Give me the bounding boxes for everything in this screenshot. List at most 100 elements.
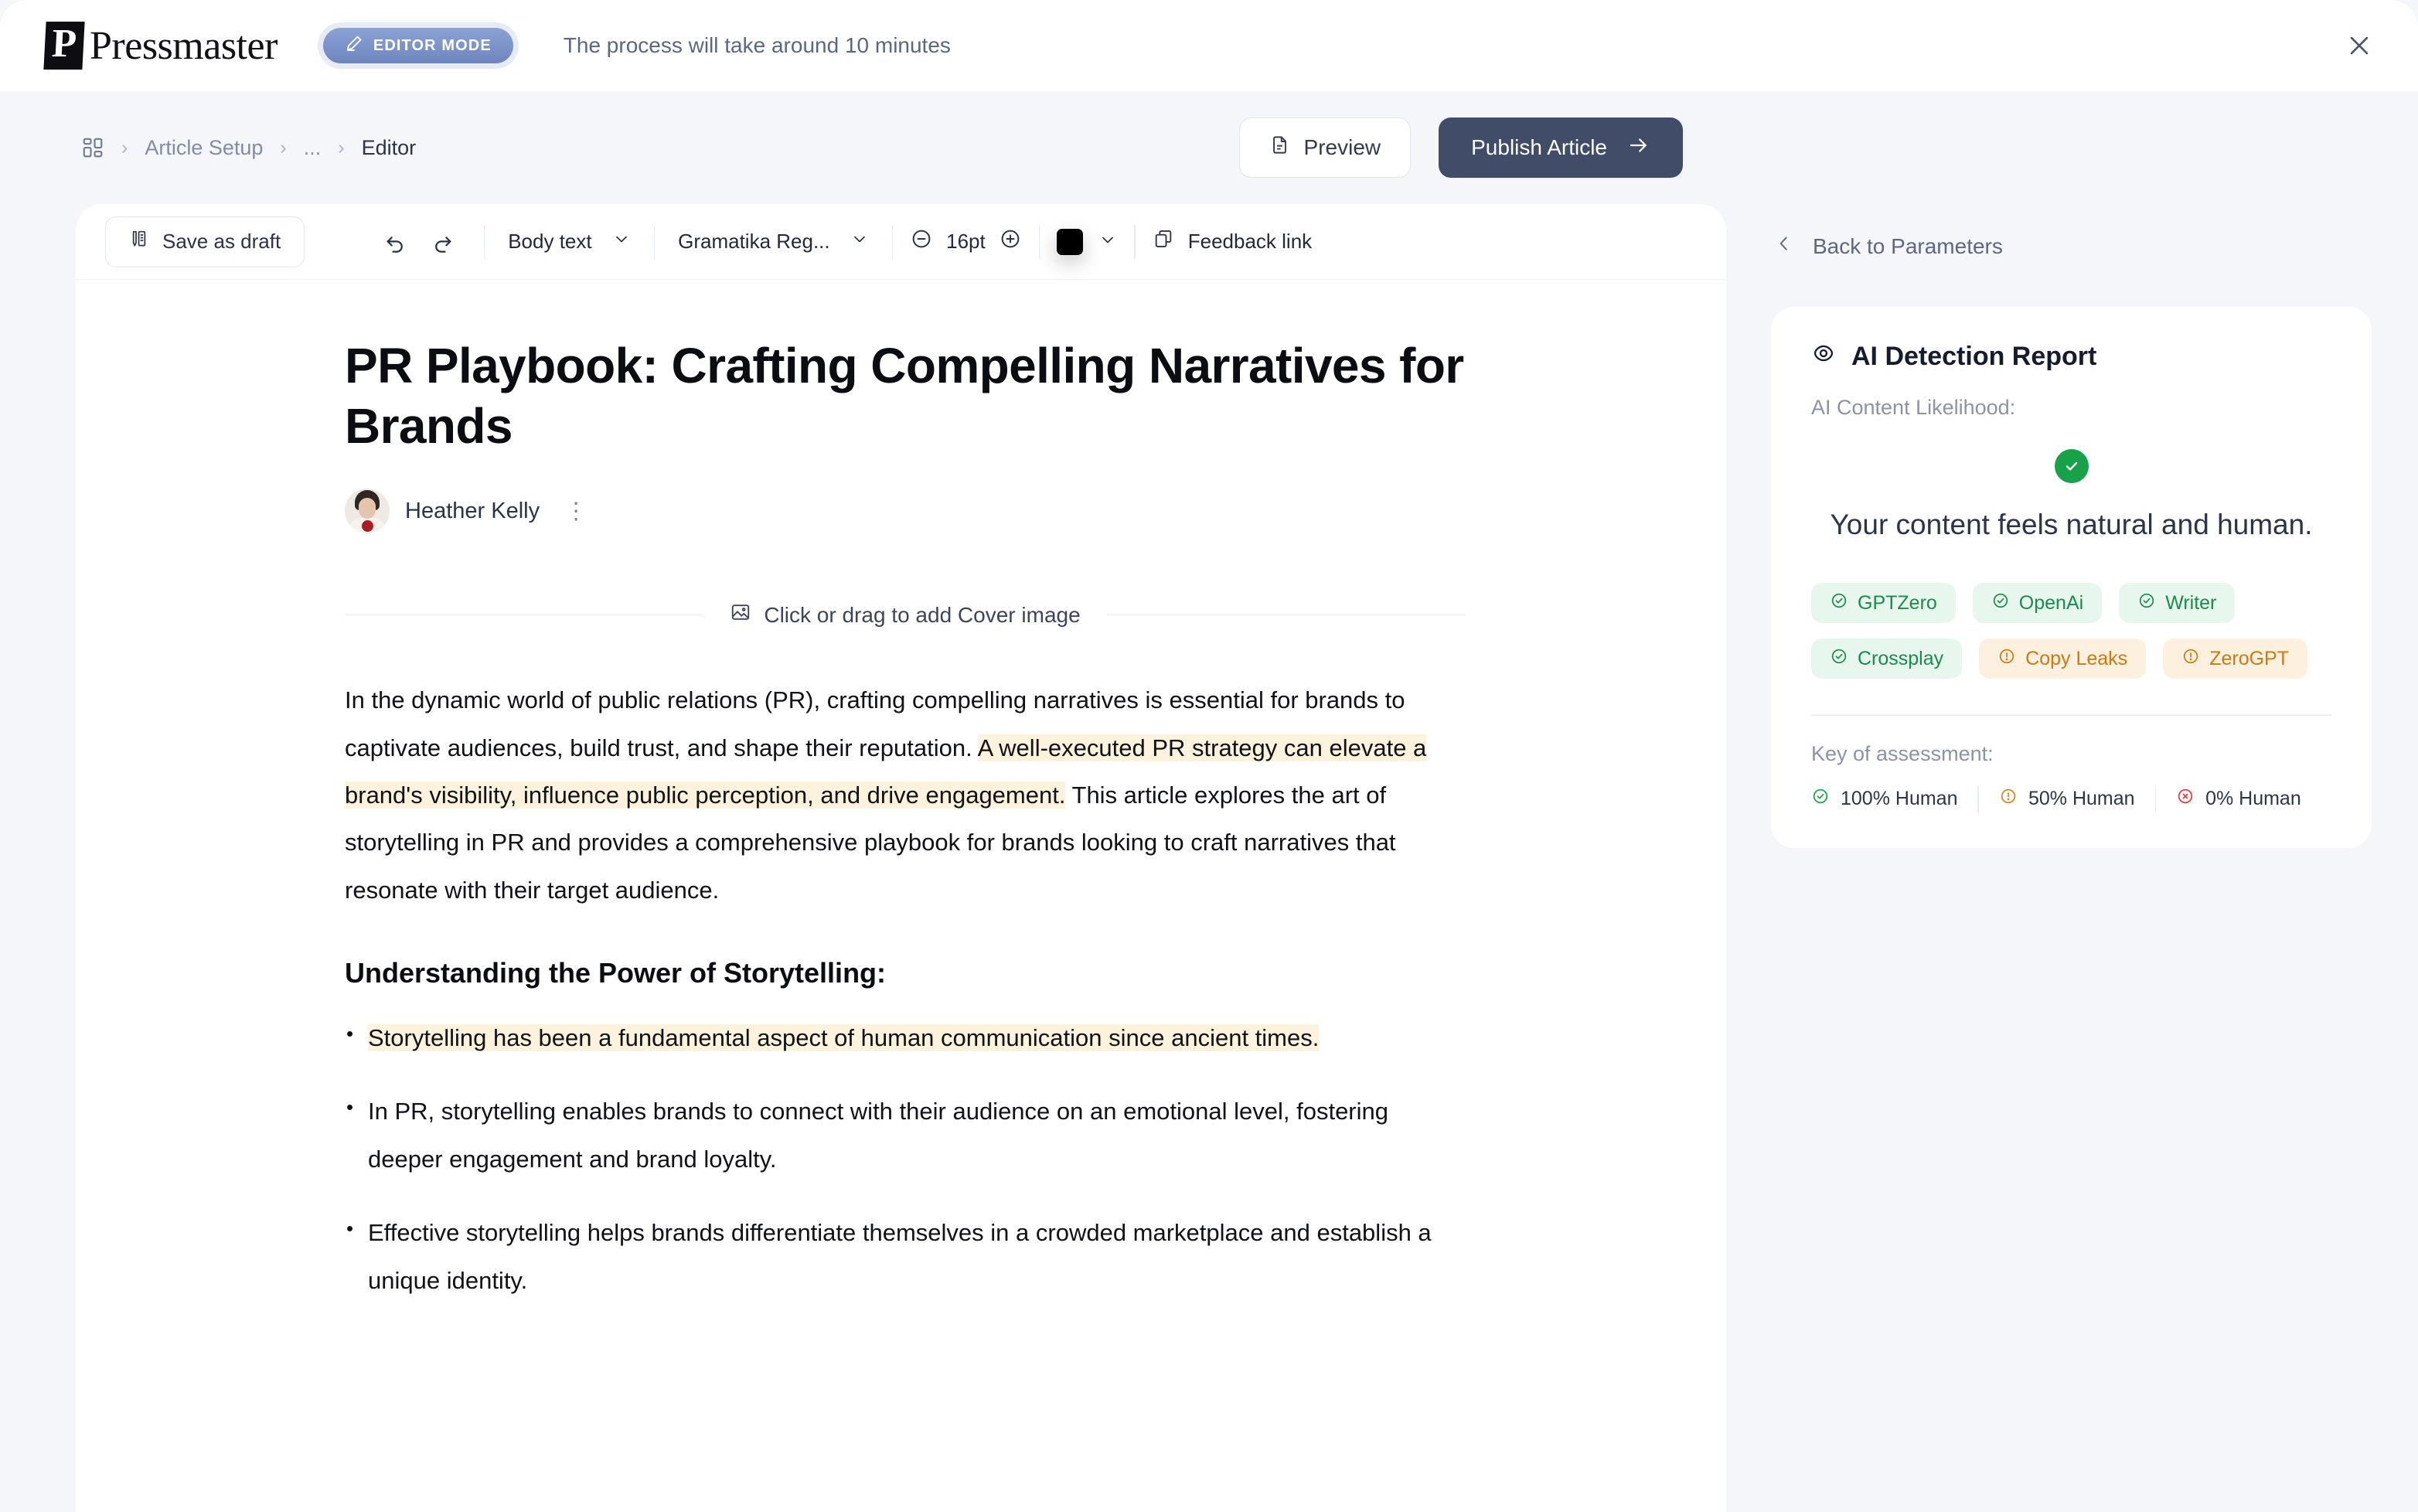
save-as-draft-label: Save as draft (162, 230, 281, 253)
key-label: 50% Human (2028, 788, 2135, 810)
section-heading[interactable]: Understanding the Power of Storytelling: (345, 957, 1466, 989)
editor-toolbar: Save as draft Body text Gramatika Reg...… (76, 204, 1726, 280)
verdict-block: Your content feels natural and human. (1811, 449, 2331, 544)
font-family-value: Gramatika Reg... (678, 230, 830, 253)
preview-button[interactable]: Preview (1238, 117, 1412, 178)
key-of-assessment-row: 100% Human 50% Human 0% Human (1811, 785, 2331, 812)
avatar (345, 489, 390, 534)
ai-detection-report-card: AI Detection Report AI Content Likelihoo… (1771, 307, 2372, 848)
kebab-menu-icon[interactable]: ⋮ (555, 498, 597, 525)
check-circle-icon (1991, 591, 2010, 615)
x-circle-icon (2176, 787, 2195, 811)
editor-card: Save as draft Body text Gramatika Reg...… (76, 204, 1726, 1512)
chevron-down-icon (1098, 230, 1117, 253)
save-as-draft-button[interactable]: Save as draft (105, 216, 305, 267)
detector-label: Copy Leaks (2025, 647, 2128, 669)
key-item-100-human: 100% Human (1811, 787, 1957, 811)
check-circle-icon (2137, 591, 2156, 615)
detector-label: OpenAi (2018, 591, 2084, 614)
breadcrumb-item-editor[interactable]: Editor (362, 136, 417, 160)
header-actions: Preview Publish Article (1238, 117, 1683, 178)
key-item-0-human: 0% Human (2176, 787, 2301, 811)
document-canvas[interactable]: PR Playbook: Crafting Compelling Narrati… (76, 280, 1726, 1304)
publish-label: Publish Article (1471, 135, 1607, 159)
chevron-right-icon: › (280, 136, 287, 158)
process-note: The process will take around 10 minutes (563, 33, 951, 57)
author-row: Heather Kelly ⋮ (345, 489, 1466, 534)
eye-icon (1811, 341, 1836, 373)
warning-circle-icon (1999, 787, 2018, 811)
detector-chip-zerogpt: ZeroGPT (2163, 639, 2307, 679)
feedback-link-label: Feedback link (1187, 230, 1313, 253)
color-swatch (1057, 228, 1084, 255)
text-color-picker[interactable] (1057, 228, 1117, 255)
key-label: 0% Human (2205, 788, 2301, 810)
back-to-parameters-button[interactable]: Back to Parameters (1726, 204, 2418, 259)
chevron-right-icon: › (121, 136, 128, 158)
detector-chips: GPTZero OpenAi Writer Crossplay Copy Lea… (1811, 583, 2331, 679)
arrow-right-icon (1627, 134, 1650, 162)
document-icon (1269, 135, 1290, 161)
detector-chip-gptzero: GPTZero (1811, 583, 1956, 624)
status-badge (2054, 449, 2089, 483)
report-title: AI Detection Report (1851, 342, 2097, 371)
pencil-icon (345, 34, 363, 57)
list-item[interactable]: Storytelling has been a fundamental aspe… (345, 1014, 1466, 1061)
bullet-text-highlighted: Storytelling has been a fundamental aspe… (368, 1024, 1320, 1052)
divider (1811, 714, 2331, 716)
detector-chip-crossplay: Crossplay (1811, 639, 1963, 679)
author-name[interactable]: Heather Kelly (405, 499, 540, 524)
close-icon[interactable] (2336, 22, 2382, 69)
cover-image-dropzone[interactable]: Click or drag to add Cover image (345, 601, 1466, 628)
font-size-value: 16pt (946, 230, 986, 253)
divider (2154, 785, 2157, 812)
right-panel: Back to Parameters AI Detection Report A… (1726, 204, 2418, 1512)
key-item-50-human: 50% Human (1999, 787, 2135, 811)
chevron-down-icon (850, 230, 869, 254)
detector-label: Writer (2165, 591, 2217, 614)
breadcrumb-item-ellipsis[interactable]: ... (304, 136, 322, 160)
check-circle-icon (1811, 787, 1830, 811)
feedback-link-button[interactable]: Feedback link (1153, 228, 1312, 255)
chevron-left-icon (1774, 233, 1794, 259)
check-circle-icon (1830, 591, 1848, 615)
toolbar-divider (483, 224, 485, 259)
breadcrumb: › Article Setup › ... › Editor (81, 136, 416, 160)
font-family-select[interactable]: Gramatika Reg... (672, 218, 875, 266)
preview-label: Preview (1303, 135, 1381, 159)
undo-arrow-icon[interactable] (371, 218, 419, 266)
list-item[interactable]: Effective storytelling helps brands diff… (345, 1209, 1466, 1304)
key-of-assessment-title: Key of assessment: (1811, 741, 1994, 765)
publish-article-button[interactable]: Publish Article (1439, 117, 1683, 178)
cover-placeholder-label: Click or drag to add Cover image (764, 602, 1081, 627)
bullet-list: Storytelling has been a fundamental aspe… (345, 1014, 1466, 1304)
article-title[interactable]: PR Playbook: Crafting Compelling Narrati… (345, 335, 1466, 456)
brand-name: Pressmaster (90, 23, 278, 68)
detector-label: Crossplay (1858, 647, 1944, 669)
copy-icon (1153, 228, 1174, 255)
brand-mark-icon: P (43, 22, 85, 70)
paragraph-style-select[interactable]: Body text (502, 218, 636, 266)
warning-circle-icon (1997, 647, 2016, 671)
warning-circle-icon (2181, 647, 2200, 671)
detector-chip-copy-leaks: Copy Leaks (1979, 639, 2147, 679)
plus-circle-icon[interactable] (999, 227, 1022, 256)
verdict-text: Your content feels natural and human. (1830, 509, 2313, 540)
body-paragraph[interactable]: In the dynamic world of public relations… (345, 676, 1466, 914)
minus-circle-icon[interactable] (910, 227, 933, 256)
key-label: 100% Human (1841, 788, 1958, 810)
paragraph-style-value: Body text (508, 230, 592, 253)
check-circle-icon (1830, 647, 1848, 671)
list-item[interactable]: In PR, storytelling enables brands to co… (345, 1088, 1466, 1183)
breadcrumb-item-article-setup[interactable]: Article Setup (145, 136, 263, 160)
dashboard-grid-icon[interactable] (81, 136, 104, 159)
top-bar: P Pressmaster EDITOR MODE The process wi… (0, 0, 2418, 91)
divider (1106, 614, 1466, 616)
bullet-text: Effective storytelling helps brands diff… (368, 1219, 1432, 1294)
back-to-parameters-label: Back to Parameters (1813, 233, 2003, 258)
redo-arrow-icon[interactable] (419, 218, 467, 266)
image-icon (730, 601, 751, 628)
detector-label: GPTZero (1858, 591, 1937, 614)
toolbar-divider (1038, 224, 1040, 259)
